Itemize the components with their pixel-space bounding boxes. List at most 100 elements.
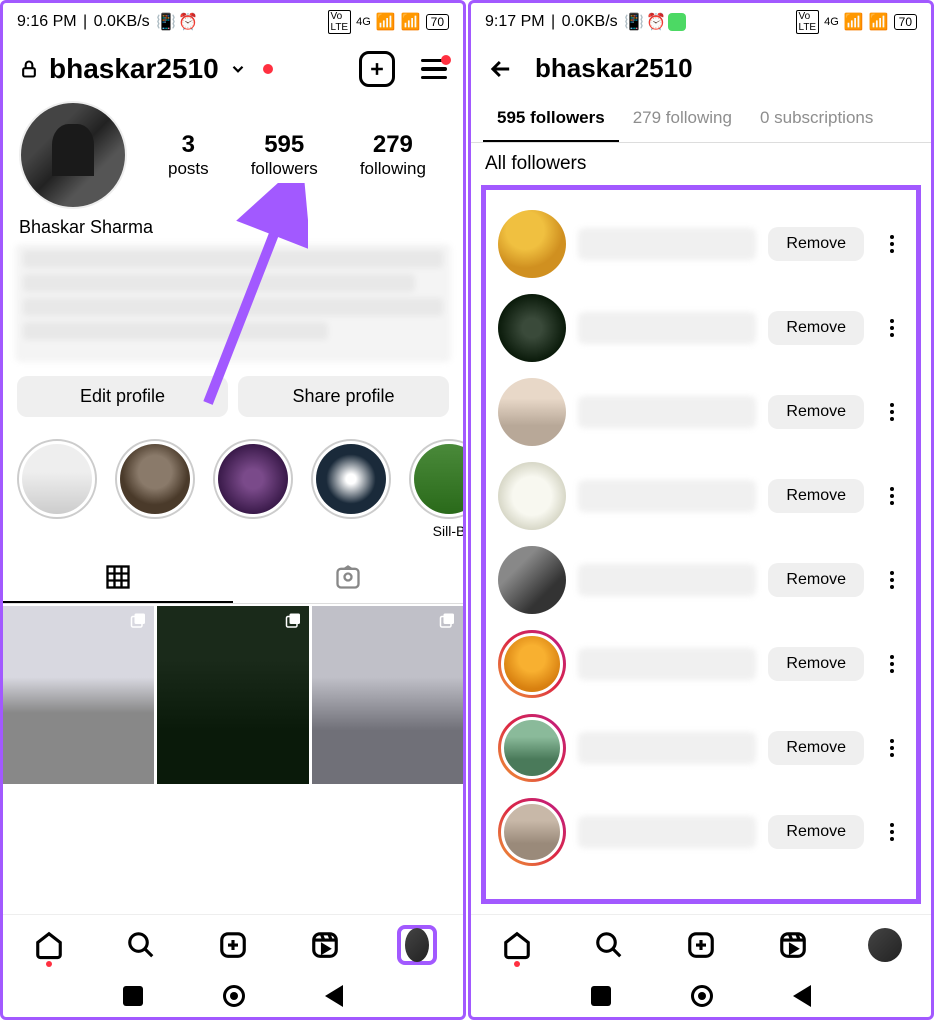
carousel-icon [439, 612, 457, 630]
follower-avatar[interactable] [498, 630, 566, 698]
notification-dot [263, 64, 273, 74]
profile-avatar[interactable] [19, 101, 127, 209]
remove-follower-button[interactable]: Remove [768, 227, 864, 261]
grid-icon [104, 563, 132, 591]
tab-followers[interactable]: 595 followers [483, 96, 619, 142]
display-name: Bhaskar Sharma [3, 209, 463, 238]
reels-icon [310, 930, 340, 960]
remove-follower-button[interactable]: Remove [768, 395, 864, 429]
highlight-4[interactable] [311, 439, 391, 541]
follower-avatar[interactable] [498, 210, 566, 278]
tagged-tab[interactable] [233, 553, 463, 603]
remove-follower-button[interactable]: Remove [768, 563, 864, 597]
tab-following[interactable]: 279 following [619, 96, 746, 142]
android-nav [471, 971, 931, 1017]
android-back[interactable] [793, 985, 811, 1007]
post-2[interactable] [157, 606, 308, 784]
follower-name-blurred [578, 648, 756, 680]
profile-tabs [3, 553, 463, 604]
signal-bars-icon: 📶 [844, 12, 864, 32]
follower-avatar[interactable] [498, 294, 566, 362]
follower-row[interactable]: Remove [492, 706, 910, 790]
follower-name-blurred [578, 396, 756, 428]
follower-row[interactable]: Remove [492, 202, 910, 286]
follower-avatar[interactable] [498, 378, 566, 446]
posts-stat[interactable]: 3 posts [168, 131, 209, 179]
highlight-5[interactable]: Sill-B [409, 439, 463, 541]
nav-profile[interactable] [397, 925, 437, 965]
bottom-nav [471, 914, 931, 971]
followers-stat[interactable]: 595 followers [251, 131, 318, 179]
nav-search[interactable] [121, 925, 161, 965]
follower-avatar[interactable] [498, 714, 566, 782]
reels-icon [778, 930, 808, 960]
nav-home[interactable] [497, 925, 537, 965]
nav-create[interactable] [681, 925, 721, 965]
more-options-icon[interactable] [880, 823, 904, 841]
nav-reels[interactable] [773, 925, 813, 965]
post-3[interactable] [312, 606, 463, 784]
nav-search[interactable] [589, 925, 629, 965]
remove-follower-button[interactable]: Remove [768, 647, 864, 681]
follower-row[interactable]: Remove [492, 790, 910, 874]
follower-avatar[interactable] [498, 546, 566, 614]
tab-subscriptions[interactable]: 0 subscriptions [746, 96, 887, 142]
follower-row[interactable]: Remove [492, 622, 910, 706]
more-options-icon[interactable] [880, 403, 904, 421]
follower-avatar[interactable] [498, 798, 566, 866]
follower-row[interactable]: Remove [492, 538, 910, 622]
edit-profile-button[interactable]: Edit profile [17, 376, 228, 417]
all-followers-label: All followers [471, 143, 931, 181]
signal-4g: 4G [356, 16, 371, 28]
nav-reels[interactable] [305, 925, 345, 965]
follower-name-blurred [578, 228, 756, 260]
create-post-button[interactable] [359, 51, 395, 87]
remove-follower-button[interactable]: Remove [768, 731, 864, 765]
highlight-3[interactable] [213, 439, 293, 541]
nav-profile[interactable] [865, 925, 905, 965]
back-arrow-icon[interactable] [487, 55, 515, 83]
follower-avatar[interactable] [498, 462, 566, 530]
grid-tab[interactable] [3, 553, 233, 603]
remove-follower-button[interactable]: Remove [768, 479, 864, 513]
share-profile-button[interactable]: Share profile [238, 376, 449, 417]
bottom-nav [3, 914, 463, 971]
follower-row[interactable]: Remove [492, 454, 910, 538]
android-recent[interactable] [123, 986, 143, 1006]
android-recent[interactable] [591, 986, 611, 1006]
following-stat[interactable]: 279 following [360, 131, 426, 179]
more-options-icon[interactable] [880, 487, 904, 505]
vibrate-icon: 📳 [152, 12, 176, 32]
follower-row[interactable]: Remove [492, 286, 910, 370]
status-bar: 9:16 PM | 0.0KB/s 📳 ⏰ VoLTE 4G 📶 📶 70 [3, 3, 463, 41]
highlight-2[interactable] [115, 439, 195, 541]
signal-bars-icon: 📶 [376, 12, 396, 32]
more-options-icon[interactable] [880, 319, 904, 337]
hamburger-menu-button[interactable] [421, 59, 447, 80]
follower-name-blurred [578, 816, 756, 848]
nav-home[interactable] [29, 925, 69, 965]
chevron-down-icon[interactable] [229, 60, 247, 78]
post-1[interactable] [3, 606, 154, 784]
android-home[interactable] [223, 985, 245, 1007]
more-options-icon[interactable] [880, 571, 904, 589]
volte-icon: VoLTE [796, 10, 820, 34]
status-net-speed: 0.0KB/s [94, 13, 150, 31]
highlight-1[interactable] [17, 439, 97, 541]
status-net-speed: 0.0KB/s [562, 13, 618, 31]
follower-name-blurred [578, 564, 756, 596]
nav-create[interactable] [213, 925, 253, 965]
more-options-icon[interactable] [880, 739, 904, 757]
username-dropdown[interactable]: bhaskar2510 [49, 53, 219, 85]
remove-follower-button[interactable]: Remove [768, 815, 864, 849]
remove-follower-button[interactable]: Remove [768, 311, 864, 345]
more-options-icon[interactable] [880, 655, 904, 673]
more-options-icon[interactable] [880, 235, 904, 253]
followers-tabs: 595 followers 279 following 0 subscripti… [471, 96, 931, 143]
android-home[interactable] [691, 985, 713, 1007]
plus-square-icon [218, 930, 248, 960]
follower-row[interactable]: Remove [492, 370, 910, 454]
android-back[interactable] [325, 985, 343, 1007]
profile-info: 3 posts 595 followers 279 following [3, 91, 463, 209]
home-icon [502, 930, 532, 960]
